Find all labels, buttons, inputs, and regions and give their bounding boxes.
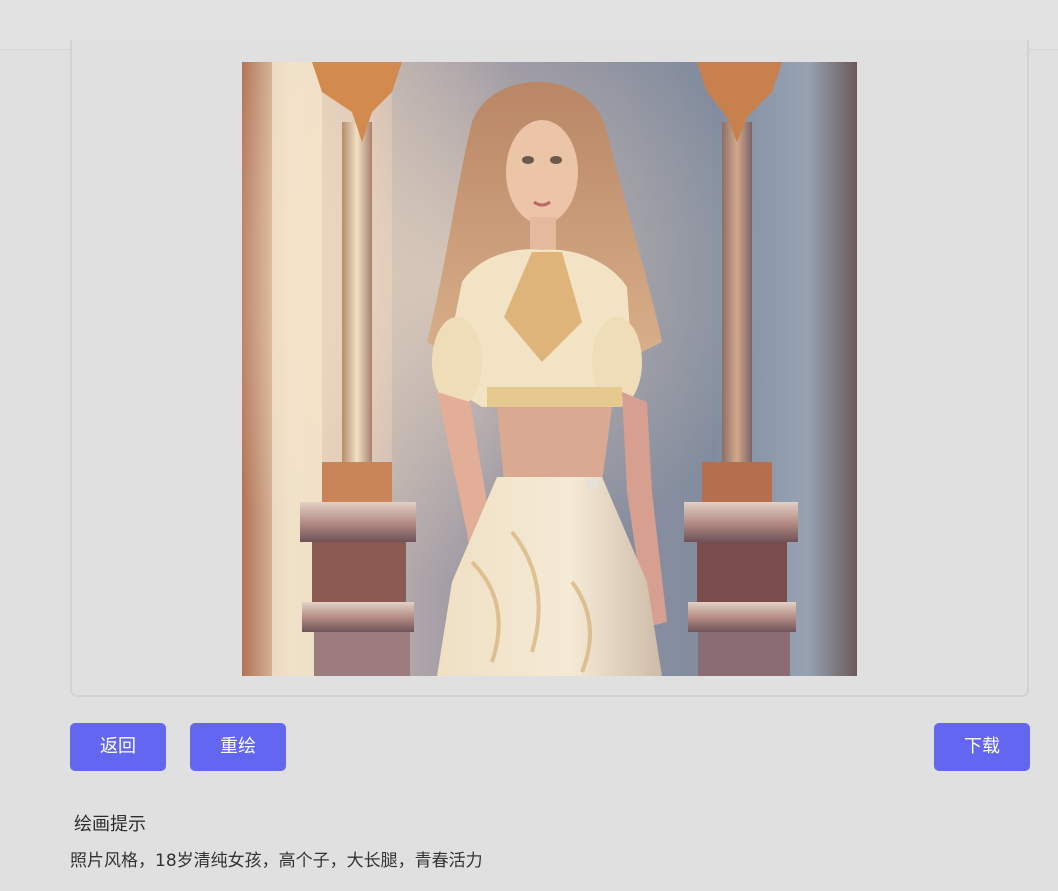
generated-image [242,62,857,676]
prompt-text: 照片风格，18岁清纯女孩，高个子，大长腿，青春活力 [70,851,483,871]
back-button[interactable]: 返回 [70,723,166,771]
prompt-heading: 绘画提示 [74,814,146,835]
redraw-button[interactable]: 重绘 [190,723,286,771]
download-button[interactable]: 下载 [934,723,1030,771]
